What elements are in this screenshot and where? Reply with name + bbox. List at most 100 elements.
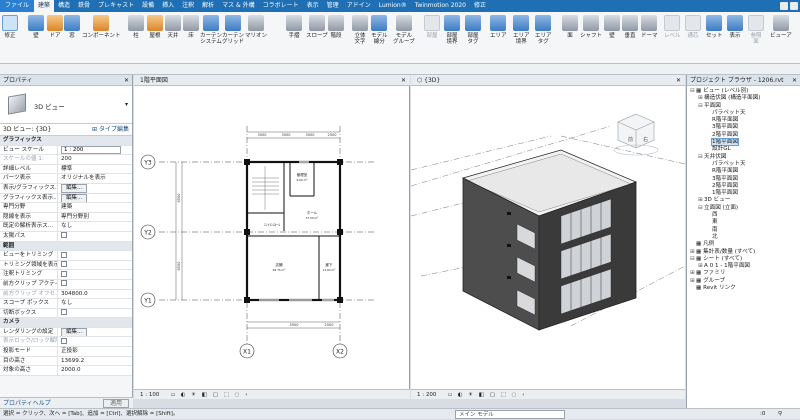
property-value[interactable]: 200 <box>58 155 132 164</box>
expand-toggle-icon[interactable]: ⊟ <box>697 205 704 212</box>
tab-file[interactable]: ファイル <box>0 0 35 12</box>
tab-menu-4[interactable]: プレキャスト <box>94 0 138 12</box>
checkbox[interactable] <box>61 232 67 239</box>
property-value[interactable]: 2000.0 <box>58 366 132 375</box>
curtain-system-button[interactable]: カーテン システム <box>200 15 222 45</box>
component-button[interactable]: コンポーネント <box>82 15 121 39</box>
area-tag-button[interactable]: エリア タグ <box>535 15 552 45</box>
room-tag-button[interactable]: 部屋 タグ <box>465 15 481 45</box>
wall-button[interactable]: 壁 <box>28 15 44 39</box>
view-control-icons[interactable]: ▫ ◐ ☀ ◧ ▢ ⬚ ◌ ‹ <box>171 392 249 398</box>
expand-toggle-icon[interactable]: ⊟ <box>689 88 696 95</box>
tab-plan-view[interactable]: 1階平面図 ✕ <box>134 75 410 86</box>
tab-menu-6[interactable]: 挿入 <box>158 0 178 12</box>
room-button[interactable]: 部屋 <box>424 15 440 39</box>
tree-node[interactable]: 西 <box>689 212 800 219</box>
close-icon[interactable]: ✕ <box>792 75 797 86</box>
tree-node[interactable]: 1階平面図 <box>689 138 800 147</box>
tab-menu-15[interactable]: Twinmotion 2020 <box>411 0 470 12</box>
edit-button[interactable]: 編集... <box>61 183 88 193</box>
tab-menu-5[interactable]: 設備 <box>138 0 158 12</box>
property-value[interactable] <box>58 280 132 289</box>
chevron-down-icon[interactable]: ▾ <box>125 101 128 108</box>
close-icon[interactable]: ✕ <box>401 75 406 86</box>
tree-node[interactable]: ⊟平面図 <box>689 103 800 110</box>
floor-plan-canvas[interactable]: Y3 Y2 Y1 X1 X2 3000 3000 3000 2500 5500 … <box>134 86 410 389</box>
grid-button[interactable]: 通芯 <box>685 15 701 39</box>
room-separator-button[interactable]: 部屋 境界 <box>444 15 460 45</box>
tree-node[interactable]: パラペット天 <box>689 110 800 117</box>
tree-node[interactable]: 南 <box>689 227 800 234</box>
wall-opening-button[interactable]: 壁 <box>604 15 620 39</box>
property-value[interactable]: 編集... <box>58 193 132 203</box>
tree-node[interactable]: 設計GL <box>689 146 800 153</box>
property-value[interactable]: 建築 <box>58 203 132 212</box>
properties-help-link[interactable]: プロパティヘルプ <box>3 398 51 408</box>
checkbox[interactable] <box>61 280 67 287</box>
tree-node[interactable]: R階平面図 <box>689 117 800 124</box>
expand-toggle-icon[interactable]: ⊞ <box>697 197 704 204</box>
property-value[interactable] <box>58 232 132 241</box>
tree-node[interactable]: 2階平面図 <box>689 183 800 190</box>
ramp-button[interactable]: スロープ <box>306 15 328 39</box>
property-value[interactable] <box>58 309 132 318</box>
stair-button[interactable]: 階段 <box>328 15 344 39</box>
vertical-opening-button[interactable]: 垂直 <box>622 15 638 39</box>
property-value[interactable]: 専門分野別 <box>58 213 132 222</box>
3d-scale[interactable]: 1 : 200 <box>417 392 436 398</box>
model-text-button[interactable]: 立体 文字 <box>352 15 368 45</box>
tree-node[interactable]: 3階平面図 <box>689 124 800 131</box>
tab-menu-10[interactable]: コラボレート <box>259 0 303 12</box>
view-scale-input[interactable] <box>61 145 121 154</box>
edit-type-button[interactable]: ⊞ タイプ編集 <box>92 124 129 136</box>
tree-node[interactable]: ⊞▦ グループ <box>689 278 800 285</box>
tree-node[interactable]: ▦ 凡例 <box>689 241 800 248</box>
tree-node[interactable]: 東 <box>689 219 800 226</box>
property-group-header[interactable]: グラフィックス <box>0 136 132 146</box>
close-icon[interactable]: ✕ <box>124 75 129 86</box>
viewer-button[interactable]: ビューア <box>770 15 792 39</box>
checkbox[interactable] <box>61 309 67 316</box>
checkbox[interactable] <box>61 270 67 277</box>
tab-menu-8[interactable]: 解析 <box>198 0 218 12</box>
expand-toggle-icon[interactable]: ⊞ <box>689 249 696 256</box>
property-value[interactable]: 標準 <box>58 165 132 174</box>
floor-button[interactable]: 床 <box>183 15 199 39</box>
tree-node[interactable]: ⊞▦ ファミリ <box>689 270 800 277</box>
tree-node[interactable]: ⊞▦ 集計表/数量 (すべて) <box>689 249 800 256</box>
checkbox[interactable] <box>61 337 67 344</box>
shaft-button[interactable]: シャフト <box>580 15 602 39</box>
dropdown-icon[interactable] <box>790 2 798 10</box>
property-value[interactable]: 13699.2 <box>58 357 132 366</box>
property-group-header[interactable]: 範囲 <box>0 241 132 252</box>
ceiling-button[interactable]: 天井 <box>165 15 181 39</box>
property-value[interactable] <box>58 261 132 270</box>
door-button[interactable]: ドア <box>47 15 63 39</box>
property-value[interactable]: 304800.0 <box>58 290 132 299</box>
expand-toggle-icon[interactable]: ⊟ <box>689 256 696 263</box>
tab-menu-7[interactable]: 注釈 <box>178 0 198 12</box>
tree-node[interactable]: 3階平面図 <box>689 176 800 183</box>
ref-plane-button[interactable]: 参照 面 <box>748 15 764 45</box>
mullion-button[interactable]: マリオン <box>245 15 267 39</box>
tab-3d-view[interactable]: ⬡ {3D} ✕ <box>411 75 685 86</box>
tab-menu-2[interactable]: 構造 <box>54 0 74 12</box>
tab-menu-1[interactable]: 建築 <box>34 0 55 12</box>
property-value[interactable] <box>58 145 132 155</box>
tree-node[interactable]: ▦ Revit リンク <box>689 285 800 292</box>
show-button[interactable]: 表示 <box>727 15 743 39</box>
model-group-button[interactable]: モデル グループ <box>393 15 415 45</box>
tab-menu-16[interactable]: 修正 <box>470 0 490 12</box>
window-button[interactable]: 窓 <box>64 15 80 39</box>
by-face-button[interactable]: 面 <box>562 15 578 39</box>
column-button[interactable]: 柱 <box>128 15 144 39</box>
tab-menu-13[interactable]: アドイン <box>343 0 375 12</box>
tree-node[interactable]: パラペット天 <box>689 161 800 168</box>
property-value[interactable]: オリジナルを表示 <box>58 174 132 183</box>
3d-view-canvas[interactable]: 前 右 <box>410 86 686 389</box>
property-value[interactable]: 編集... <box>58 327 132 337</box>
roof-button[interactable]: 屋根 <box>147 15 163 39</box>
tab-menu-11[interactable]: 表示 <box>303 0 323 12</box>
filter-icon[interactable]: ⚲ <box>778 409 782 420</box>
view-control-icons[interactable]: ▫ ◐ ☀ ◧ ▢ ⬚ ◌ ‹ <box>448 392 526 398</box>
